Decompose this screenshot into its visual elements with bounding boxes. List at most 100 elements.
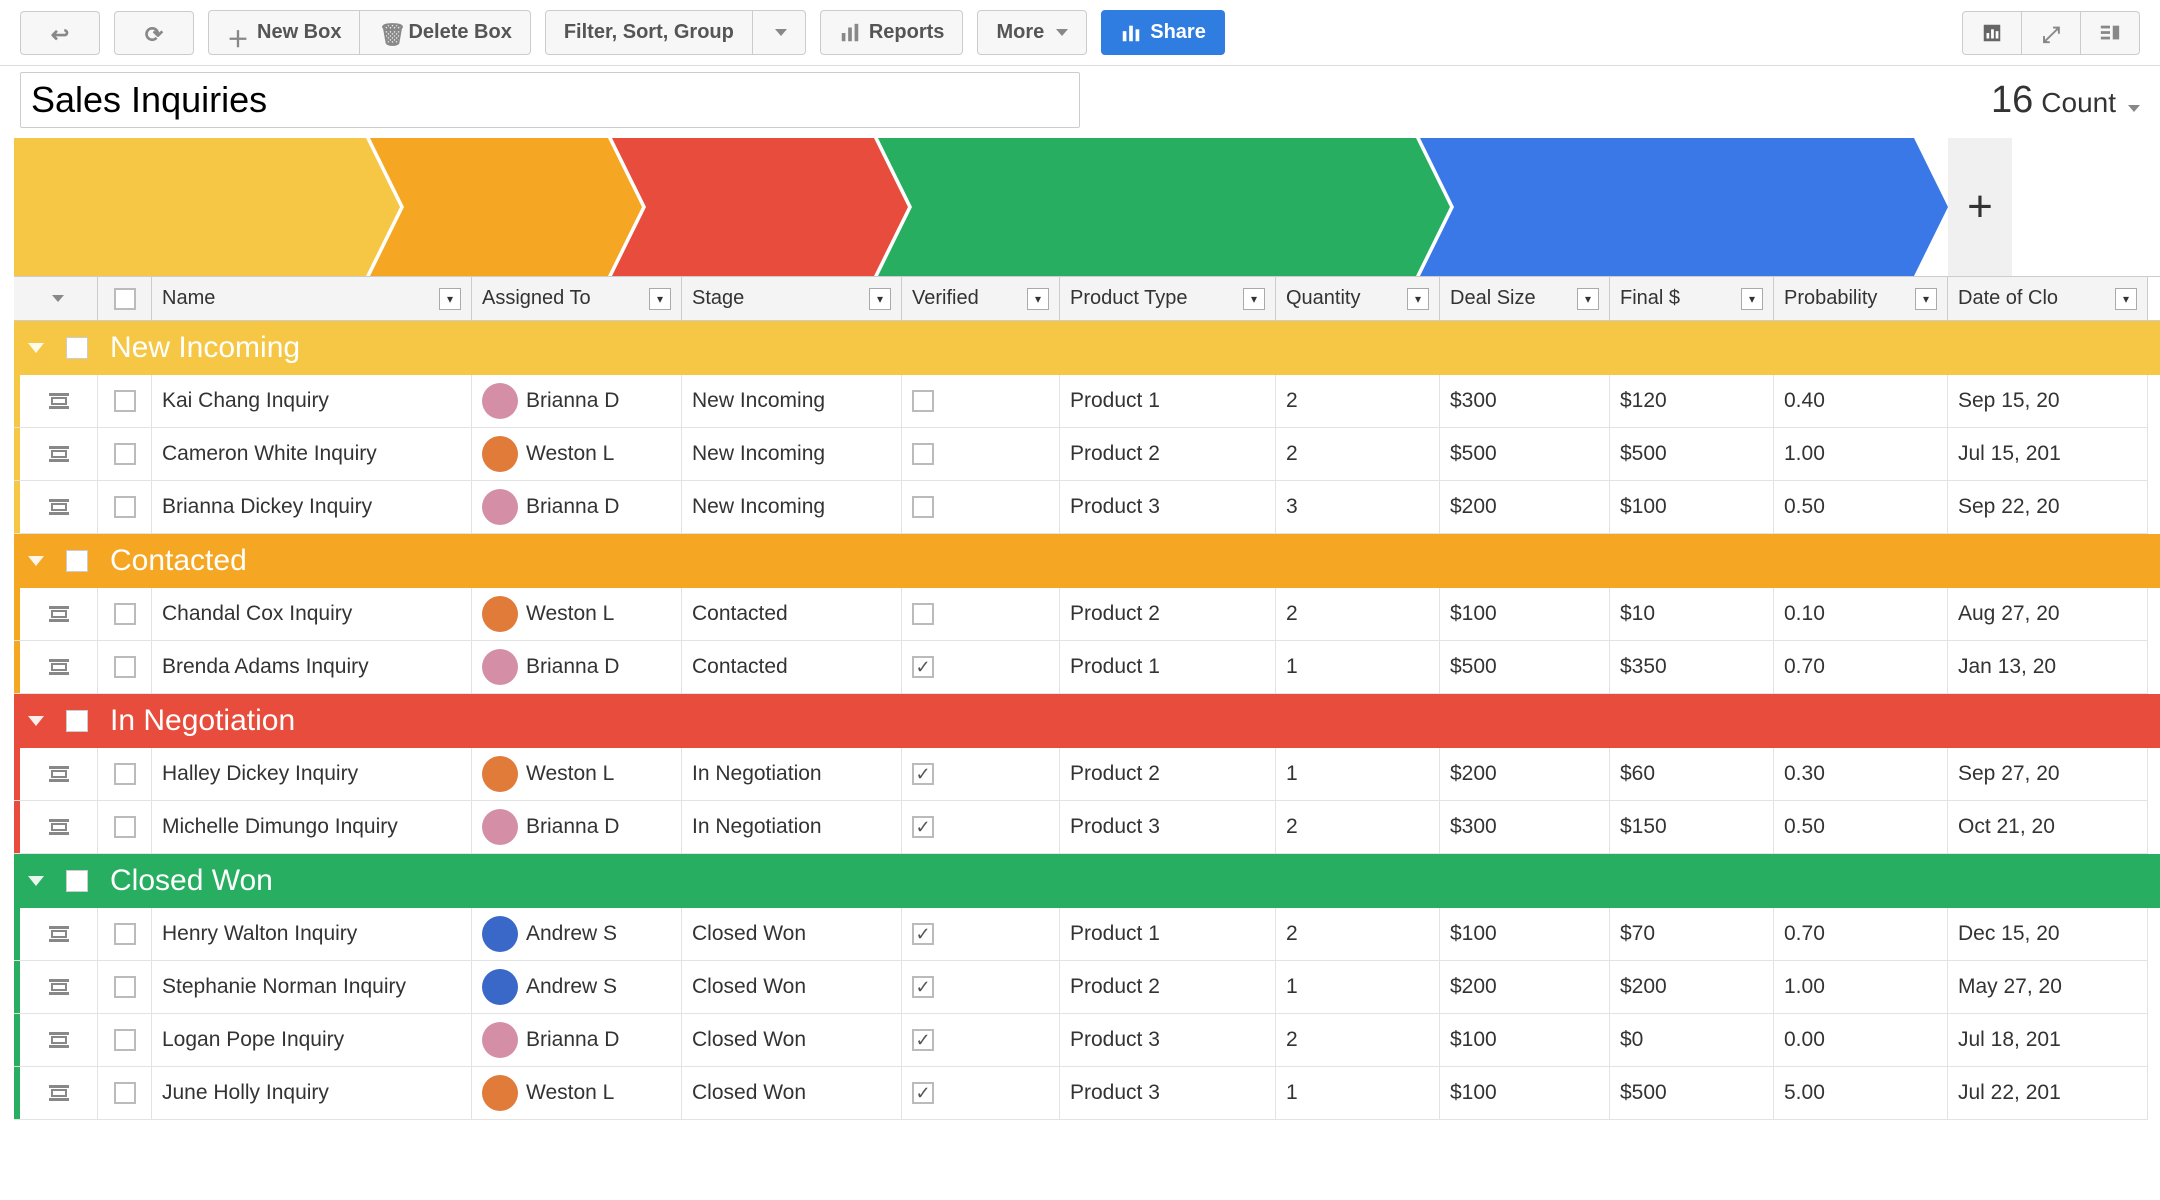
cell-verified[interactable]	[902, 481, 1060, 534]
cell-date[interactable]: Jan 13, 20	[1948, 641, 2148, 694]
column-header[interactable]: Date of Clo▾	[1948, 277, 2148, 320]
verified-checkbox[interactable]	[912, 923, 934, 945]
verified-checkbox[interactable]	[912, 816, 934, 838]
cell-assigned[interactable]: Weston L	[472, 428, 682, 481]
cell-assigned[interactable]: Brianna D	[472, 801, 682, 854]
row-checkbox[interactable]	[114, 763, 136, 785]
cell-deal-size[interactable]: $100	[1440, 1014, 1610, 1067]
cell-probability[interactable]: 0.30	[1774, 748, 1948, 801]
verified-checkbox[interactable]	[912, 443, 934, 465]
cell-verified[interactable]	[902, 1067, 1060, 1120]
add-stage-button[interactable]: +	[1948, 138, 2012, 276]
cell-deal-size[interactable]: $100	[1440, 908, 1610, 961]
cell-product[interactable]: Product 1	[1060, 641, 1276, 694]
cell-final[interactable]: $0	[1610, 1014, 1774, 1067]
cell-date[interactable]: Jul 15, 201	[1948, 428, 2148, 481]
cell-verified[interactable]	[902, 1014, 1060, 1067]
group-header[interactable]: New Incoming	[14, 321, 2160, 375]
column-filter-button[interactable]: ▾	[869, 288, 891, 310]
cell-verified[interactable]	[902, 908, 1060, 961]
row-handle[interactable]	[20, 748, 98, 801]
cell-final[interactable]: $10	[1610, 588, 1774, 641]
column-header[interactable]: Deal Size▾	[1440, 277, 1610, 320]
column-header[interactable]: Stage▾	[682, 277, 902, 320]
group-checkbox[interactable]	[66, 337, 88, 359]
column-filter-button[interactable]: ▾	[649, 288, 671, 310]
cell-deal-size[interactable]: $200	[1440, 481, 1610, 534]
cell-quantity[interactable]: 1	[1276, 1067, 1440, 1120]
cell-quantity[interactable]: 2	[1276, 588, 1440, 641]
column-header[interactable]: Final $▾	[1610, 277, 1774, 320]
cell-stage[interactable]: In Negotiation	[682, 801, 902, 854]
cell-name[interactable]: Henry Walton Inquiry	[152, 908, 472, 961]
verified-checkbox[interactable]	[912, 763, 934, 785]
view-chart-button[interactable]	[1962, 11, 2022, 55]
row-handle[interactable]	[20, 588, 98, 641]
cell-name[interactable]: Chandal Cox Inquiry	[152, 588, 472, 641]
cell-deal-size[interactable]: $300	[1440, 801, 1610, 854]
row-checkbox[interactable]	[114, 976, 136, 998]
table-row[interactable]: Chandal Cox Inquiry Weston L Contacted P…	[14, 588, 2160, 641]
cell-assigned[interactable]: Weston L	[472, 588, 682, 641]
row-handle[interactable]	[20, 1014, 98, 1067]
row-checkbox[interactable]	[114, 816, 136, 838]
back-button[interactable]: ↩	[20, 11, 100, 55]
cell-final[interactable]: $150	[1610, 801, 1774, 854]
group-checkbox[interactable]	[66, 550, 88, 572]
row-handle[interactable]	[20, 428, 98, 481]
title-input[interactable]	[20, 72, 1080, 128]
cell-name[interactable]: Stephanie Norman Inquiry	[152, 961, 472, 1014]
share-button[interactable]: Share	[1101, 10, 1225, 55]
cell-name[interactable]: Logan Pope Inquiry	[152, 1014, 472, 1067]
cell-product[interactable]: Product 3	[1060, 1067, 1276, 1120]
cell-verified[interactable]	[902, 961, 1060, 1014]
cell-final[interactable]: $350	[1610, 641, 1774, 694]
group-header[interactable]: Closed Won	[14, 854, 2160, 908]
cell-name[interactable]: Kai Chang Inquiry	[152, 375, 472, 428]
column-filter-button[interactable]: ▾	[439, 288, 461, 310]
column-header[interactable]: Name▾	[152, 277, 472, 320]
cell-stage[interactable]: New Incoming	[682, 481, 902, 534]
table-row[interactable]: Cameron White Inquiry Weston L New Incom…	[14, 428, 2160, 481]
cell-product[interactable]: Product 2	[1060, 428, 1276, 481]
cell-assigned[interactable]: Brianna D	[472, 641, 682, 694]
cell-probability[interactable]: 0.00	[1774, 1014, 1948, 1067]
cell-date[interactable]: Jul 18, 201	[1948, 1014, 2148, 1067]
cell-stage[interactable]: Closed Won	[682, 961, 902, 1014]
reports-button[interactable]: Reports	[820, 10, 964, 55]
cell-final[interactable]: $500	[1610, 1067, 1774, 1120]
group-checkbox[interactable]	[66, 710, 88, 732]
row-checkbox[interactable]	[114, 923, 136, 945]
cell-name[interactable]: Brianna Dickey Inquiry	[152, 481, 472, 534]
table-row[interactable]: Stephanie Norman Inquiry Andrew S Closed…	[14, 961, 2160, 1014]
row-checkbox[interactable]	[114, 390, 136, 412]
column-filter-button[interactable]: ▾	[1027, 288, 1049, 310]
table-row[interactable]: Henry Walton Inquiry Andrew S Closed Won…	[14, 908, 2160, 961]
cell-probability[interactable]: 0.70	[1774, 908, 1948, 961]
pipeline-stage[interactable]: 4Closed Lost	[1420, 138, 1948, 276]
row-checkbox[interactable]	[114, 443, 136, 465]
cell-verified[interactable]	[902, 748, 1060, 801]
cell-verified[interactable]	[902, 588, 1060, 641]
column-filter-button[interactable]: ▾	[1407, 288, 1429, 310]
cell-product[interactable]: Product 3	[1060, 1014, 1276, 1067]
cell-assigned[interactable]: Andrew S	[472, 961, 682, 1014]
cell-assigned[interactable]: Brianna D	[472, 1014, 682, 1067]
cell-quantity[interactable]: 1	[1276, 748, 1440, 801]
cell-final[interactable]: $70	[1610, 908, 1774, 961]
cell-assigned[interactable]: Weston L	[472, 748, 682, 801]
table-row[interactable]: Brenda Adams Inquiry Brianna D Contacted…	[14, 641, 2160, 694]
cell-probability[interactable]: 0.40	[1774, 375, 1948, 428]
column-header[interactable]	[98, 277, 152, 320]
select-all-checkbox[interactable]	[114, 288, 136, 310]
cell-stage[interactable]: Closed Won	[682, 1014, 902, 1067]
cell-final[interactable]: $100	[1610, 481, 1774, 534]
cell-deal-size[interactable]: $100	[1440, 1067, 1610, 1120]
cell-probability[interactable]: 1.00	[1774, 428, 1948, 481]
cell-verified[interactable]	[902, 375, 1060, 428]
column-filter-button[interactable]: ▾	[1577, 288, 1599, 310]
verified-checkbox[interactable]	[912, 1029, 934, 1051]
group-header[interactable]: Contacted	[14, 534, 2160, 588]
row-checkbox[interactable]	[114, 1029, 136, 1051]
cell-stage[interactable]: Closed Won	[682, 1067, 902, 1120]
